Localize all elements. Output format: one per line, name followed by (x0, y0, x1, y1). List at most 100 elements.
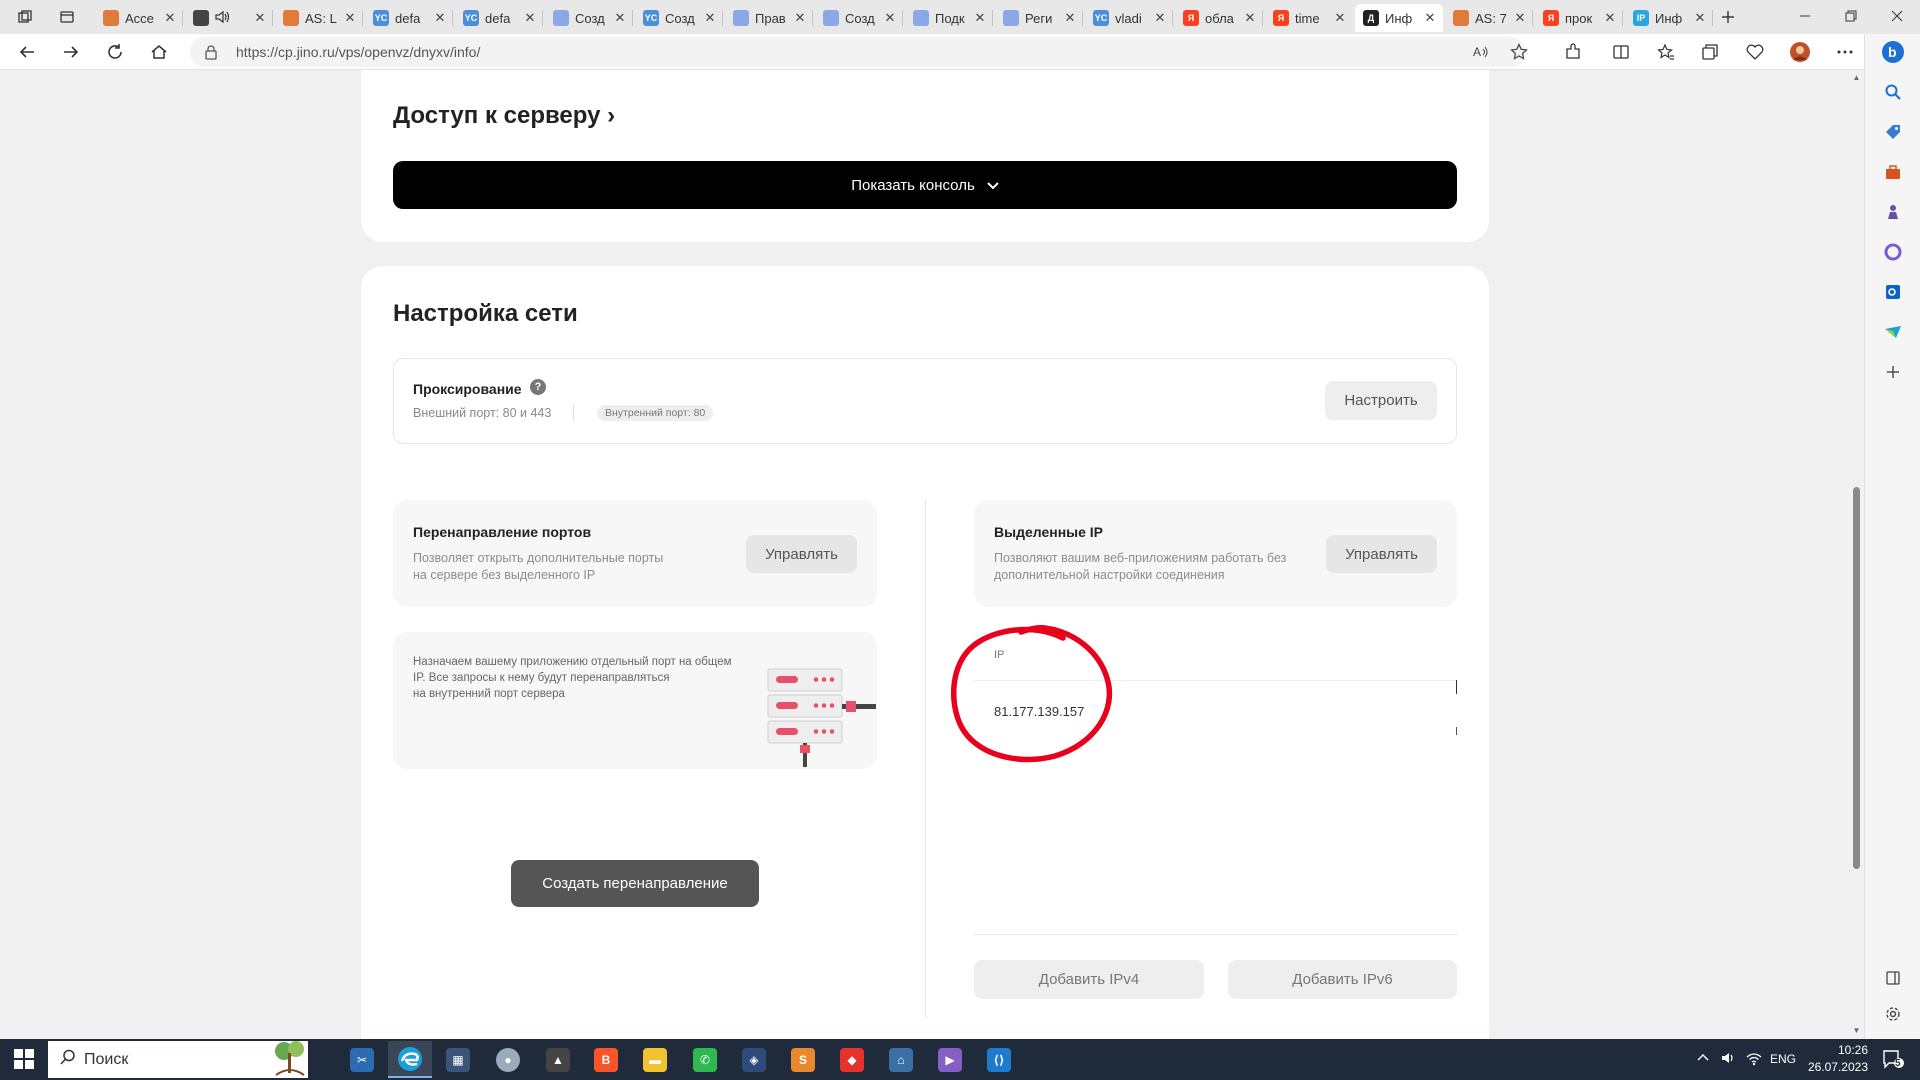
minimize-window-button[interactable] (1782, 0, 1828, 32)
browser-tab[interactable]: Д Инф ✕ (1355, 4, 1443, 32)
wifi-icon[interactable] (1746, 1050, 1762, 1069)
browser-tab[interactable]: IP Инф ✕ (1625, 4, 1713, 32)
help-icon[interactable]: ? (530, 379, 546, 395)
browser-tab[interactable]: YC defa ✕ (455, 4, 543, 32)
taskbar-app-anydesk[interactable]: ◆ (830, 1041, 874, 1078)
add-sidebar-app-icon[interactable] (1881, 360, 1905, 384)
taskbar-app-phone[interactable]: ✆ (683, 1041, 727, 1078)
workspaces-icon[interactable] (10, 4, 40, 30)
browser-tab[interactable]: Яобла ✕ (1175, 4, 1263, 32)
browser-tab[interactable]: Созд ✕ (815, 4, 903, 32)
tab-close-icon[interactable]: ✕ (253, 10, 267, 26)
scroll-down-icon[interactable]: ▼ (1852, 1026, 1861, 1035)
add-ipv6-button[interactable]: Добавить IPv6 (1228, 960, 1457, 999)
tab-close-icon[interactable]: ✕ (433, 10, 447, 26)
taskbar-app-network-tool[interactable]: ⌂ (879, 1041, 923, 1078)
tab-close-icon[interactable]: ✕ (793, 10, 807, 26)
browser-tab[interactable]: Acce ✕ (95, 4, 183, 32)
taskbar-app-vscode[interactable]: ⟨⟩ (977, 1041, 1021, 1078)
volume-icon[interactable] (1720, 1050, 1736, 1069)
more-options-icon[interactable] (1830, 37, 1860, 67)
back-icon[interactable] (12, 37, 42, 67)
server-access-title[interactable]: Доступ к серверу › (393, 102, 615, 130)
collections-icon[interactable] (1695, 37, 1725, 67)
create-forwarding-button[interactable]: Создать перенаправление (511, 860, 759, 907)
browser-tab[interactable]: YC Созд ✕ (635, 4, 723, 32)
tab-close-icon[interactable]: ✕ (163, 10, 177, 26)
browser-tab[interactable]: AS: 7 ✕ (1445, 4, 1533, 32)
show-hidden-icons-icon[interactable] (1697, 1051, 1709, 1065)
address-bar[interactable]: https://cp.jino.ru/vps/openvz/dnyxv/info… (190, 37, 1528, 67)
read-aloud-icon[interactable]: A (1472, 43, 1490, 66)
taskbar-app-edge[interactable] (388, 1041, 432, 1078)
configure-proxy-button[interactable]: Настроить (1325, 381, 1437, 420)
server-access-title-text[interactable]: Доступ к серверу (393, 102, 600, 129)
favorites-icon[interactable] (1651, 37, 1681, 67)
favorite-star-icon[interactable] (1510, 43, 1528, 66)
browser-tab[interactable]: Созд ✕ (545, 4, 633, 32)
browser-tab[interactable]: YC vladi ✕ (1085, 4, 1173, 32)
taskbar-app-file-explorer[interactable]: ▬ (633, 1041, 677, 1078)
tab-close-icon[interactable]: ✕ (523, 10, 537, 26)
tab-close-icon[interactable]: ✕ (1333, 10, 1347, 26)
restore-window-button[interactable] (1828, 0, 1874, 32)
language-indicator[interactable]: ENG (1770, 1052, 1796, 1066)
taskbar-app-inkscape[interactable]: ▲ (536, 1041, 580, 1078)
profile-avatar[interactable] (1785, 37, 1815, 67)
taskbar-app-virtualbox[interactable]: ◈ (732, 1041, 776, 1078)
clock-date[interactable]: 26.07.2023 (1803, 1060, 1868, 1074)
tab-close-icon[interactable]: ✕ (973, 10, 987, 26)
browser-tab[interactable]: Реги ✕ (995, 4, 1083, 32)
new-tab-button[interactable] (1713, 4, 1743, 30)
tab-actions-icon[interactable] (52, 4, 82, 30)
browser-tab[interactable]: ✕ (185, 4, 273, 32)
taskbar-app-snip[interactable]: ✂ (340, 1041, 384, 1078)
lock-icon[interactable] (204, 44, 218, 65)
tab-close-icon[interactable]: ✕ (883, 10, 897, 26)
tools-icon[interactable] (1881, 160, 1905, 184)
browser-tab[interactable]: YC defa ✕ (365, 4, 453, 32)
browser-tab[interactable]: Подк ✕ (905, 4, 993, 32)
taskbar-app-brave[interactable]: B (584, 1041, 628, 1078)
tab-close-icon[interactable]: ✕ (1603, 10, 1617, 26)
tab-close-icon[interactable]: ✕ (1243, 10, 1257, 26)
tab-close-icon[interactable]: ✕ (1693, 10, 1707, 26)
taskbar-app-sublime[interactable]: S (781, 1041, 825, 1078)
settings-gear-icon[interactable] (1881, 1002, 1905, 1026)
home-icon[interactable] (144, 37, 174, 67)
taskbar-app-paint[interactable]: ● (486, 1041, 530, 1078)
shopping-icon[interactable] (1881, 120, 1905, 144)
copilot-icon[interactable]: b (1881, 40, 1905, 64)
tab-close-icon[interactable]: ✕ (703, 10, 717, 26)
show-console-button[interactable]: Показать консоль (393, 161, 1457, 209)
add-ipv4-button[interactable]: Добавить IPv4 (974, 960, 1204, 999)
tab-close-icon[interactable]: ✕ (1063, 10, 1077, 26)
browser-tab[interactable]: Япрок ✕ (1535, 4, 1623, 32)
taskbar-search-box[interactable]: Поиск (48, 1041, 308, 1078)
tab-close-icon[interactable]: ✕ (1423, 10, 1437, 26)
browser-essentials-icon[interactable] (1740, 37, 1770, 67)
browser-tab[interactable]: AS: L ✕ (275, 4, 363, 32)
split-screen-icon[interactable] (1606, 37, 1636, 67)
forward-icon[interactable] (56, 37, 86, 67)
outlook-icon[interactable] (1881, 280, 1905, 304)
close-window-button[interactable] (1874, 0, 1920, 32)
manage-dedicated-ip-button[interactable]: Управлять (1326, 535, 1437, 573)
windows-start-icon[interactable] (14, 1049, 34, 1074)
page-scrollbar[interactable]: ▲ ▼ (1849, 70, 1864, 1039)
scroll-up-icon[interactable]: ▲ (1852, 73, 1861, 82)
tab-close-icon[interactable]: ✕ (1513, 10, 1527, 26)
browser-tab[interactable]: Яtime ✕ (1265, 4, 1353, 32)
drop-icon[interactable] (1881, 320, 1905, 344)
scroll-thumb[interactable] (1853, 487, 1860, 869)
microsoft365-icon[interactable] (1881, 240, 1905, 264)
url-text[interactable]: https://cp.jino.ru/vps/openvz/dnyxv/info… (236, 44, 480, 60)
extensions-icon[interactable] (1558, 37, 1588, 67)
refresh-icon[interactable] (100, 37, 130, 67)
browser-tab[interactable]: Прав ✕ (725, 4, 813, 32)
taskbar-app-calculator[interactable]: ▦ (436, 1041, 480, 1078)
tab-close-icon[interactable]: ✕ (1153, 10, 1167, 26)
search-icon[interactable] (1881, 80, 1905, 104)
games-icon[interactable] (1881, 200, 1905, 224)
tab-close-icon[interactable]: ✕ (613, 10, 627, 26)
